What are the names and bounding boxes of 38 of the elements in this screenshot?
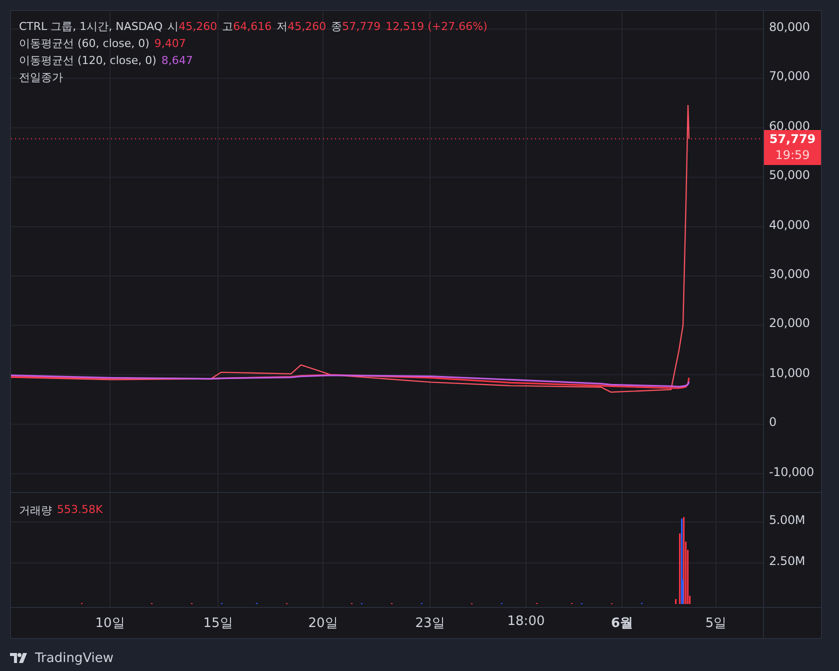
time-axis-label: 15일: [203, 615, 233, 632]
time-axis-label: 18:00: [507, 614, 545, 629]
ohlc-label: 종: [331, 19, 342, 35]
price-axis-label: 10,000: [769, 366, 810, 380]
time-axis-label: 20일: [308, 615, 338, 632]
indicator-label: 이동평균선 (120, close, 0): [19, 53, 156, 69]
time-axis-label: 5일: [705, 615, 727, 632]
volume-label: 거래량: [19, 503, 52, 518]
price-axis-label: 70,000: [769, 69, 810, 84]
price-axis-label: 40,000: [769, 218, 810, 232]
price-tag: 57,779 19:59: [764, 130, 821, 165]
price-axis-label: -10,000: [769, 464, 814, 479]
volume-axis-label: 5.00M: [769, 513, 806, 527]
change-value: 12,519 (+27.66%): [386, 19, 488, 35]
price-axis-label: 0: [769, 415, 776, 430]
symbol-title: CTRL 그룹, 1시간, NASDAQ: [19, 19, 163, 35]
brand-name: TradingView: [35, 650, 114, 666]
price-axis-label: 80,000: [769, 20, 810, 34]
brand-logo-icon: [10, 652, 30, 664]
volume-axis-label: 2.50M: [769, 554, 806, 568]
ohlc-value: 45,260: [288, 19, 326, 35]
price-axis-label: 50,000: [769, 168, 810, 182]
indicator-label: 전일종가: [19, 70, 63, 86]
indicator-value: 9,407: [154, 36, 186, 52]
time-axis-label: 6월: [610, 615, 634, 632]
ohlc-label: 시: [168, 19, 179, 35]
ohlc-value: 57,779: [342, 19, 381, 35]
ohlc-value: 45,260: [178, 19, 218, 35]
ohlc-label: 고: [222, 19, 234, 35]
indicator-label: 이동평균선 (60, close, 0): [19, 36, 150, 52]
time-axis-label: 23일: [415, 615, 445, 632]
price-axis-label: 20,000: [769, 316, 810, 330]
price-axis-label: 30,000: [769, 267, 810, 281]
volume-value: 553.58K: [57, 503, 103, 518]
ohlc-value: 64,616: [233, 19, 272, 35]
indicator-value: 8,647: [161, 53, 193, 69]
time-axis-label: 10일: [95, 615, 125, 632]
ohlc-label: 저: [276, 19, 288, 35]
